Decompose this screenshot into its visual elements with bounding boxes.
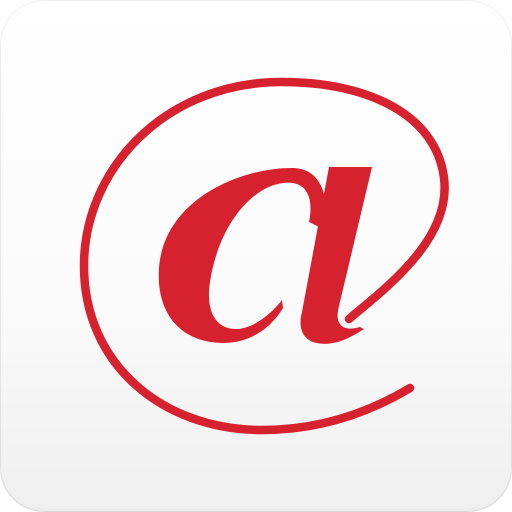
- icon-rim: [0, 0, 512, 512]
- app-icon[interactable]: [0, 0, 512, 512]
